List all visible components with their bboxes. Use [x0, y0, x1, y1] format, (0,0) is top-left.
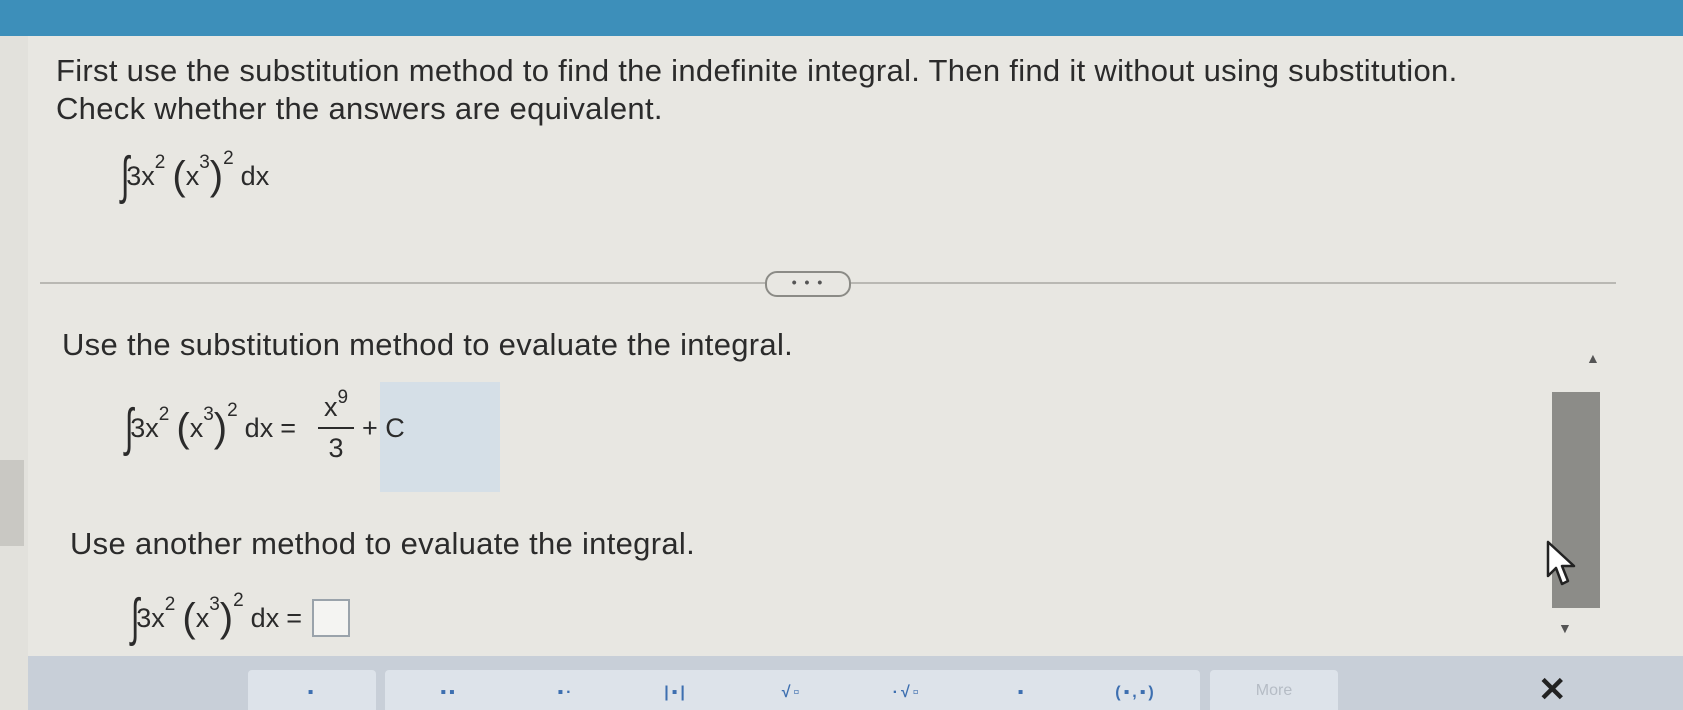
integrand-coef-exponent: 2	[154, 152, 166, 173]
scroll-up-arrow-icon[interactable]: ▲	[1586, 350, 1600, 366]
answer-constant: + C	[361, 412, 405, 443]
integrand-coef-exponent: 2	[158, 404, 170, 425]
close-paren: )	[219, 595, 234, 640]
integrand-inner-exponent: 3	[209, 594, 220, 615]
integrand-inner: x	[185, 160, 200, 191]
answer-denominator: 3	[328, 433, 344, 463]
expand-question-button[interactable]: • • •	[765, 271, 851, 297]
open-paren: (	[176, 405, 190, 450]
integrand-dx: dx	[240, 160, 270, 191]
part2-equation: ∫ 3x 2 (x 3) 2 dx =	[128, 588, 350, 648]
toolbar-button-nth-root[interactable]: ·√▫	[843, 670, 971, 710]
integrand-coef: 3x	[130, 412, 159, 443]
open-paren: (	[172, 153, 186, 198]
open-paren: (	[182, 595, 196, 640]
close-icon[interactable]: ✕	[1538, 670, 1567, 710]
toolbar-button-exponent[interactable]: ▪·	[502, 670, 630, 710]
toolbar-button-square-root[interactable]: √▫	[728, 670, 856, 710]
part1-equation: ∫ 3x 2 (x 3) 2 dx = x9 3 + C	[122, 387, 405, 464]
close-paren: )	[213, 405, 228, 450]
integrand-coef-exponent: 2	[164, 594, 176, 615]
toolbar-button-mixed-number[interactable]: ▪▪	[385, 670, 513, 710]
integral-sign-icon: ∫	[130, 589, 140, 647]
toolbar-button-ordered-pair[interactable]: (▪,▪)	[1072, 670, 1200, 710]
main-integral: ∫ 3x 2 (x 3) 2 dx	[118, 146, 269, 206]
part2-prompt: Use another method to evaluate the integ…	[70, 526, 695, 561]
integrand-coef: 3x	[136, 602, 165, 633]
toolbar-button-absolute-value[interactable]: |▪|	[612, 670, 740, 710]
part1-prompt: Use the substitution method to evaluate …	[62, 327, 794, 362]
integrand-inner: x	[195, 602, 210, 633]
integrand-dx: dx	[250, 602, 280, 633]
part2-answer-input[interactable]	[311, 599, 350, 637]
integrand-inner: x	[189, 412, 204, 443]
toolbar-button-decimal[interactable]: ▪	[958, 670, 1086, 710]
integrand-inner-exponent: 3	[199, 152, 210, 173]
integrand-inner-exponent: 3	[203, 404, 214, 425]
toolbar-more-button[interactable]: More	[1210, 670, 1338, 710]
mouse-pointer-icon	[1546, 540, 1576, 586]
left-panel-handle[interactable]	[0, 460, 24, 546]
integrand-outer-exponent: 2	[233, 590, 244, 611]
close-paren: )	[209, 153, 224, 198]
integral-sign-icon: ∫	[124, 399, 134, 457]
toolbar-button-fraction[interactable]: ▪	[248, 670, 376, 710]
question-instruction-line2: Check whether the answers are equivalent…	[56, 91, 663, 126]
integrand-outer-exponent: 2	[227, 400, 238, 421]
top-header-bar	[0, 0, 1683, 36]
integrand-dx: dx	[244, 412, 274, 443]
equals-sign: =	[280, 412, 296, 443]
part1-answer-fraction: x9 3	[317, 387, 354, 464]
fraction-bar	[317, 427, 354, 429]
integrand-outer-exponent: 2	[223, 148, 234, 169]
integrand-coef: 3x	[126, 160, 155, 191]
equals-sign: =	[286, 602, 302, 633]
scroll-down-arrow-icon[interactable]: ▼	[1558, 620, 1572, 636]
question-instruction-line1: First use the substitution method to fin…	[56, 53, 1458, 88]
answer-numerator: x9	[323, 387, 349, 422]
integral-sign-icon: ∫	[120, 147, 130, 205]
